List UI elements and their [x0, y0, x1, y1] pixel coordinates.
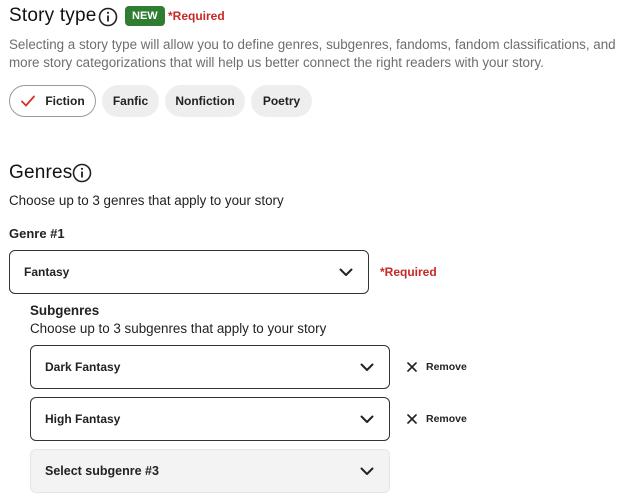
genre1-label: Genre #1	[9, 226, 65, 241]
story-type-option-fiction[interactable]: Fiction	[9, 85, 96, 117]
new-badge: NEW	[125, 6, 165, 26]
subgenre1-value: Dark Fantasy	[45, 360, 121, 374]
chevron-down-icon	[360, 467, 374, 475]
subgenres-title: Subgenres	[30, 303, 100, 318]
genre1-select[interactable]: Fantasy	[9, 250, 369, 294]
subgenre2-select[interactable]: High Fantasy	[30, 397, 390, 441]
genres-description: Choose up to 3 genres that apply to your…	[9, 193, 284, 208]
check-icon	[21, 95, 36, 107]
story-type-description-line1: Selecting a story type will allow you to…	[9, 37, 616, 52]
remove-label: Remove	[426, 361, 467, 373]
info-icon[interactable]	[98, 7, 118, 27]
required-label: *Required	[168, 9, 225, 23]
story-type-option-label: Poetry	[262, 94, 301, 108]
chevron-down-icon	[360, 415, 374, 423]
subgenre1-select[interactable]: Dark Fantasy	[30, 345, 390, 389]
story-type-option-poetry[interactable]: Poetry	[251, 85, 312, 117]
subgenre2-value: High Fantasy	[45, 412, 121, 426]
genres-title: Genres	[9, 162, 73, 183]
chevron-down-icon	[360, 363, 374, 371]
remove-subgenre2-button[interactable]: Remove	[407, 413, 467, 425]
genre1-required-label: *Required	[380, 265, 437, 279]
subgenres-description: Choose up to 3 subgenres that apply to y…	[30, 321, 327, 336]
story-type-option-nonfiction[interactable]: Nonfiction	[165, 85, 245, 117]
story-type-description-line2: more story categorizations that will hel…	[9, 55, 544, 70]
story-type-title: Story type	[9, 5, 97, 26]
story-type-option-label: Nonfiction	[175, 94, 235, 108]
story-type-option-label: Fanfic	[112, 94, 149, 108]
story-type-option-fanfic[interactable]: Fanfic	[102, 85, 159, 117]
remove-label: Remove	[426, 413, 467, 425]
close-icon	[407, 414, 417, 424]
remove-subgenre1-button[interactable]: Remove	[407, 361, 467, 373]
subgenre3-placeholder: Select subgenre #3	[45, 464, 159, 478]
subgenre3-select[interactable]: Select subgenre #3	[30, 449, 390, 493]
info-icon[interactable]	[72, 163, 92, 183]
genre1-value: Fantasy	[24, 265, 70, 279]
chevron-down-icon	[339, 268, 353, 276]
story-type-option-label: Fiction	[45, 94, 85, 108]
close-icon	[407, 362, 417, 372]
